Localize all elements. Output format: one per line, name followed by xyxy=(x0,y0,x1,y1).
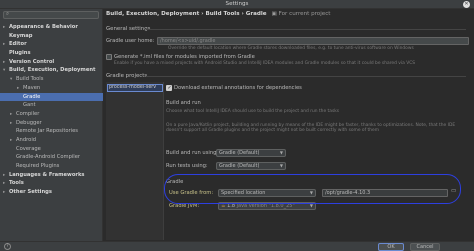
sidebar-item-label: Debugger xyxy=(16,119,42,126)
gradle-projects-heading: Gradle projects xyxy=(106,73,148,79)
dialog-footer: ? OK Cancel xyxy=(0,241,474,251)
run-tests-value: Gradle (Default) xyxy=(219,163,260,169)
build-run-using-label: Build and run using: xyxy=(166,150,219,156)
sidebar-item-required-plugins[interactable]: Required Plugins xyxy=(0,162,103,171)
sidebar-item-label: Android xyxy=(16,136,37,143)
sidebar-item-label: Gant xyxy=(23,102,36,109)
sidebar-item-label: Maven xyxy=(23,84,41,91)
gradle-home-hint: Override the default location where Grad… xyxy=(168,46,414,51)
gradle-home-label: Gradle user home: xyxy=(106,38,155,44)
sidebar-item-remote-jar-repositories[interactable]: Remote Jar Repositories xyxy=(0,127,103,136)
sidebar-item-label: Compiler xyxy=(16,110,40,117)
sidebar-item-label: Editor xyxy=(9,41,27,48)
sidebar-item-label: Required Plugins xyxy=(16,163,60,169)
run-tests-label: Run tests using: xyxy=(166,163,208,169)
close-icon[interactable]: ✕ xyxy=(463,1,470,8)
sidebar-item-label: Appearance & Behavior xyxy=(9,24,78,30)
settings-sidebar: ⌕ ▸ Appearance & Behavior Keymap ▸ Editor Plu… xyxy=(0,9,103,241)
sidebar-item-label: Other Settings xyxy=(9,189,52,196)
sidebar-item-gant[interactable]: Gant xyxy=(0,101,103,110)
sidebar-item-gradle[interactable]: Gradle xyxy=(0,92,103,102)
general-settings-heading: General settings xyxy=(106,26,151,32)
scope-label: ▣ For current project xyxy=(271,11,331,17)
generate-iml-label: Generate *.iml files for modules importe… xyxy=(114,54,255,60)
sidebar-item-label: Build Tools xyxy=(16,76,44,83)
sidebar-item-label: Gradle-Android Compiler xyxy=(16,154,81,161)
sidebar-item-build-tools[interactable]: ▾ Build Tools xyxy=(0,75,103,84)
sidebar-item-label: Languages & Frameworks xyxy=(9,171,85,178)
breadcrumb-path: Build, Execution, Deployment › Build Too… xyxy=(106,11,267,17)
generate-iml-checkbox[interactable] xyxy=(106,54,112,60)
sidebar-item-maven[interactable]: ▸ Maven xyxy=(0,84,103,93)
sidebar-item-label: Plugins xyxy=(9,50,31,57)
gradle-projects-list: process-model-serv xyxy=(106,82,164,240)
build-run-heading: Build and run xyxy=(166,100,201,106)
sidebar-item-compiler[interactable]: ▸ Compiler xyxy=(0,110,103,119)
sidebar-item-languages-frameworks[interactable]: ▸ Languages & Frameworks xyxy=(0,171,103,180)
sidebar-item-label: Gradle xyxy=(23,93,41,100)
generate-iml-hint: Enable if you have a mixed projects with… xyxy=(114,61,416,66)
sidebar-item-debugger[interactable]: ▸ Debugger xyxy=(0,119,103,128)
help-icon[interactable]: ? xyxy=(4,243,11,250)
window-title: Settings xyxy=(225,1,249,7)
sidebar-item-android[interactable]: ▸ Android xyxy=(0,136,103,145)
chevron-down-icon: ▼ xyxy=(279,163,283,168)
sidebar-item-build-execution-deployment[interactable]: ▾ Build, Execution, Deployment xyxy=(0,66,103,75)
chevron-down-icon: ▼ xyxy=(279,150,283,155)
download-annotations-checkbox[interactable] xyxy=(166,85,172,91)
project-list-item[interactable]: process-model-serv xyxy=(107,84,163,92)
sidebar-item-editor[interactable]: ▸ Editor xyxy=(0,40,103,49)
download-annotations-label: Download external annotations for depend… xyxy=(174,85,302,91)
sidebar-item-gradle-android-compiler[interactable]: Gradle-Android Compiler xyxy=(0,153,103,162)
breadcrumb: Build, Execution, Deployment › Build Too… xyxy=(106,11,331,19)
settings-tree: ▸ Appearance & Behavior Keymap ▸ Editor Plugi… xyxy=(0,23,103,197)
build-run-using-select[interactable]: Gradle (Default) ▼ xyxy=(216,149,286,157)
sidebar-item-label: Version Control xyxy=(9,58,55,65)
build-run-using-value: Gradle (Default) xyxy=(219,150,260,156)
highlight-annotation xyxy=(164,174,461,204)
build-run-hint-detail: On a pure Java/Kotlin project, building … xyxy=(166,123,456,134)
settings-content: Build, Execution, Deployment › Build Too… xyxy=(104,9,474,241)
ok-button[interactable]: OK xyxy=(378,243,404,251)
gradle-home-field[interactable]: /home/<s>uid/.gradle xyxy=(157,37,469,45)
sidebar-item-label: Keymap xyxy=(9,32,33,39)
sidebar-item-appearance-behavior[interactable]: ▸ Appearance & Behavior xyxy=(0,23,103,32)
separator xyxy=(146,29,466,30)
sidebar-item-coverage[interactable]: Coverage xyxy=(0,145,103,154)
cancel-button[interactable]: Cancel xyxy=(410,243,440,251)
build-run-hint: Choose what tool IntelliJ IDEA should us… xyxy=(166,109,340,114)
scope-text: For current project xyxy=(278,11,331,17)
sidebar-item-label: Build, Execution, Deployment xyxy=(9,67,96,74)
sidebar-item-label: Coverage xyxy=(16,145,41,152)
separator xyxy=(146,76,466,77)
sidebar-item-label: Remote Jar Repositories xyxy=(16,128,79,135)
sidebar-item-keymap[interactable]: Keymap xyxy=(0,32,103,41)
sidebar-item-tools[interactable]: ▸ Tools xyxy=(0,179,103,188)
sidebar-item-version-control[interactable]: ▸ Version Control xyxy=(0,58,103,67)
settings-search-input[interactable]: ⌕ xyxy=(3,11,99,19)
title-bar: Settings ✕ xyxy=(0,0,474,9)
search-icon: ⌕ xyxy=(6,11,10,17)
sidebar-item-other-settings[interactable]: ▸ Other Settings xyxy=(0,188,103,197)
run-tests-select[interactable]: Gradle (Default) ▼ xyxy=(216,162,286,170)
sidebar-item-label: Tools xyxy=(9,180,24,187)
sidebar-item-plugins[interactable]: Plugins xyxy=(0,49,103,58)
